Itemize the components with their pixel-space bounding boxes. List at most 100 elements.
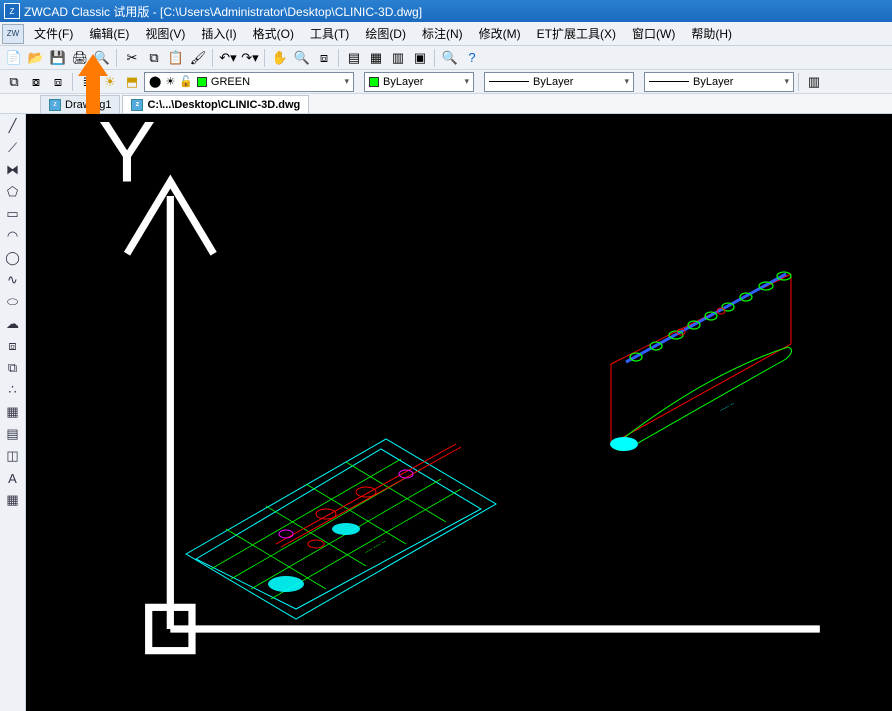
save-icon[interactable]: 💾: [48, 48, 68, 68]
layer-manager-icon[interactable]: ≣: [78, 72, 98, 92]
separator: [798, 73, 800, 91]
plot-style-icon[interactable]: ▥: [804, 72, 824, 92]
chevron-down-icon: ▾: [458, 76, 469, 87]
layer-state-icon[interactable]: ⧇: [26, 72, 46, 92]
layer-off-icon[interactable]: ⧈: [48, 72, 68, 92]
print-icon[interactable]: 🖨: [70, 48, 90, 68]
separator: [338, 49, 340, 67]
menu-draw[interactable]: 绘图(D): [357, 22, 414, 45]
polyline-icon[interactable]: ⧓: [3, 160, 23, 180]
lineweight-preview: [649, 81, 689, 82]
menu-window[interactable]: 窗口(W): [624, 22, 683, 45]
layer-name: GREEN: [211, 76, 250, 88]
color-dropdown[interactable]: ByLayer ▾: [364, 72, 474, 92]
app-menu-icon[interactable]: ZW: [2, 24, 24, 44]
arc-icon[interactable]: ◠: [3, 226, 23, 246]
layer-lock2-icon: 🔓: [179, 75, 193, 88]
title-bar: Z ZWCAD Classic 试用版 - [C:\Users\Administ…: [0, 0, 892, 22]
lineweight-dropdown[interactable]: ByLayer ▾: [644, 72, 794, 92]
polygon-icon[interactable]: ⬠: [3, 182, 23, 202]
lineweight-label: ByLayer: [693, 76, 733, 88]
help-icon[interactable]: ?: [462, 48, 482, 68]
layer-toolbar: ⧉ ⧇ ⧈ ≣ ☀ ⬒ ⬤ ☀ 🔓 GREEN ▾ ByLayer ▾ ByLa…: [0, 70, 892, 94]
circle-icon[interactable]: ◯: [3, 248, 23, 268]
cut-icon[interactable]: ✂: [122, 48, 142, 68]
menu-annot[interactable]: 标注(N): [414, 22, 471, 45]
separator: [434, 49, 436, 67]
standard-toolbar: 📄 📂 💾 🖨 🔍 ✂ ⧉ 📋 🖌 ↶▾ ↷▾ ✋ 🔍 ⧈ ▤ ▦ ▥ ▣ 🔍 …: [0, 46, 892, 70]
separator: [212, 49, 214, 67]
insert-icon[interactable]: ⧉: [3, 358, 23, 378]
dwg-icon: z: [131, 99, 143, 111]
layer-sun-icon: ☀: [165, 75, 175, 88]
line-icon[interactable]: ╱: [3, 116, 23, 136]
construction-line-icon[interactable]: ⟋: [3, 138, 23, 158]
layer-iso-icon[interactable]: ⧉: [4, 72, 24, 92]
sheet-icon[interactable]: ▦: [366, 48, 386, 68]
revcloud-icon[interactable]: ☁: [3, 314, 23, 334]
ucs-y-label: Y: [98, 114, 156, 201]
linetype-dropdown[interactable]: ByLayer ▾: [484, 72, 634, 92]
undo-icon[interactable]: ↶▾: [218, 48, 238, 68]
zoom-window-icon[interactable]: ⧈: [314, 48, 334, 68]
linetype-preview: [489, 81, 529, 82]
ellipse-icon[interactable]: ⬭: [3, 292, 23, 312]
tab-label: C:\...\Desktop\CLINIC-3D.dwg: [147, 99, 300, 111]
color-label: ByLayer: [383, 76, 423, 88]
point-icon[interactable]: ∴: [3, 380, 23, 400]
workspace: ╱ ⟋ ⧓ ⬠ ▭ ◠ ◯ ∿ ⬭ ☁ ⧈ ⧉ ∴ ▦ ▤ ◫ A ▦: [0, 114, 892, 711]
block-icon[interactable]: ⧈: [3, 336, 23, 356]
open-icon[interactable]: 📂: [26, 48, 46, 68]
menu-bar: ZW 文件(F) 编辑(E) 视图(V) 插入(I) 格式(O) 工具(T) 绘…: [0, 22, 892, 46]
menu-view[interactable]: 视图(V): [137, 22, 193, 45]
properties-icon[interactable]: ▤: [344, 48, 364, 68]
chevron-down-icon: ▾: [338, 76, 349, 87]
redo-icon[interactable]: ↷▾: [240, 48, 260, 68]
new-icon[interactable]: 📄: [4, 48, 24, 68]
drawing-canvas[interactable]: ---- ---- --: [26, 114, 892, 711]
linetype-label: ByLayer: [533, 76, 573, 88]
layer-lock-icon[interactable]: ⬒: [122, 72, 142, 92]
tab-drawing1[interactable]: z Drawing1: [40, 95, 120, 113]
preview-icon[interactable]: 🔍: [92, 48, 112, 68]
layer-light-icon: ⬤: [149, 75, 161, 88]
menu-tools[interactable]: 工具(T): [302, 22, 357, 45]
draw-toolbar: ╱ ⟋ ⧓ ⬠ ▭ ◠ ◯ ∿ ⬭ ☁ ⧈ ⧉ ∴ ▦ ▤ ◫ A ▦: [0, 114, 26, 711]
layer-prev-icon[interactable]: ☀: [100, 72, 120, 92]
match-icon[interactable]: 🖌: [188, 48, 208, 68]
hatch-icon[interactable]: ▦: [3, 402, 23, 422]
chevron-down-icon: ▾: [778, 76, 789, 87]
rectangle-icon[interactable]: ▭: [3, 204, 23, 224]
spline-icon[interactable]: ∿: [3, 270, 23, 290]
layer-color-swatch: [197, 77, 207, 87]
copy-icon[interactable]: ⧉: [144, 48, 164, 68]
calc-icon[interactable]: ▣: [410, 48, 430, 68]
layer-dropdown[interactable]: ⬤ ☀ 🔓 GREEN ▾: [144, 72, 354, 92]
chevron-down-icon: ▾: [618, 76, 629, 87]
separator: [264, 49, 266, 67]
tab-label: Drawing1: [65, 99, 111, 111]
app-icon: Z: [4, 3, 20, 19]
text-icon[interactable]: A: [3, 468, 23, 488]
menu-insert[interactable]: 插入(I): [193, 22, 244, 45]
menu-file[interactable]: 文件(F): [26, 22, 81, 45]
tab-clinic3d[interactable]: z C:\...\Desktop\CLINIC-3D.dwg: [122, 95, 309, 113]
document-tabs: z Drawing1 z C:\...\Desktop\CLINIC-3D.dw…: [0, 94, 892, 114]
paste-icon[interactable]: 📋: [166, 48, 186, 68]
zoom-icon[interactable]: 🔍: [440, 48, 460, 68]
table-icon[interactable]: ▦: [3, 490, 23, 510]
dwg-icon: z: [49, 99, 61, 111]
menu-help[interactable]: 帮助(H): [683, 22, 740, 45]
menu-format[interactable]: 格式(O): [245, 22, 302, 45]
zoom-realtime-icon[interactable]: 🔍: [292, 48, 312, 68]
menu-ettool[interactable]: ET扩展工具(X): [529, 22, 624, 45]
menu-modify[interactable]: 修改(M): [471, 22, 529, 45]
pan-icon[interactable]: ✋: [270, 48, 290, 68]
tool-palette-icon[interactable]: ▥: [388, 48, 408, 68]
ucs-icon: Y: [26, 114, 892, 711]
menu-edit[interactable]: 编辑(E): [81, 22, 137, 45]
window-title: ZWCAD Classic 试用版 - [C:\Users\Administra…: [24, 3, 422, 20]
region-icon[interactable]: ◫: [3, 446, 23, 466]
gradient-icon[interactable]: ▤: [3, 424, 23, 444]
separator: [116, 49, 118, 67]
